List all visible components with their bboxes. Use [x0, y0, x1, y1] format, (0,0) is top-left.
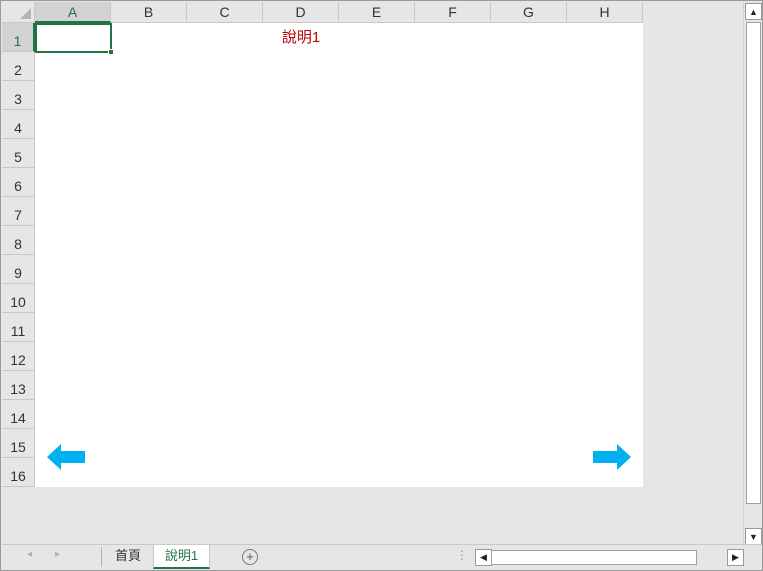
- next-sheet-arrow-icon[interactable]: [593, 444, 631, 470]
- row-header-2[interactable]: 2: [2, 52, 35, 81]
- row-header-10[interactable]: 10: [2, 284, 35, 313]
- row-header-7[interactable]: 7: [2, 197, 35, 226]
- vertical-scroll-thumb[interactable]: [746, 22, 761, 504]
- tab-nav-prev-icon[interactable]: ◂: [27, 549, 32, 560]
- scroll-right-icon[interactable]: ▶: [727, 549, 744, 566]
- vertical-scrollbar[interactable]: ▲ ▼: [743, 2, 762, 545]
- sheet-tab-bar: ◂ ▸ 首頁 說明1 + ⋮ ◀ ▶: [2, 544, 762, 570]
- column-header-b[interactable]: B: [111, 2, 187, 23]
- row-header-13[interactable]: 13: [2, 371, 35, 400]
- column-headers: A B C D E F G H: [35, 2, 643, 23]
- column-header-d[interactable]: D: [263, 2, 339, 23]
- select-all-corner[interactable]: [2, 2, 35, 23]
- row-header-15[interactable]: 15: [2, 429, 35, 458]
- scroll-up-icon[interactable]: ▲: [745, 3, 762, 20]
- column-header-g[interactable]: G: [491, 2, 567, 23]
- tab-nav-next-icon[interactable]: ▸: [55, 549, 60, 560]
- cell-d1-title[interactable]: 說明1: [263, 23, 339, 52]
- sheet-tab-description-1[interactable]: 說明1: [153, 545, 210, 569]
- row-headers: 1 2 3 4 5 6 7 8 9 10 11 12 13 14 15 16: [2, 23, 35, 487]
- horizontal-scrollbar[interactable]: ◀ ▶: [475, 549, 744, 566]
- tab-divider: [101, 547, 102, 567]
- selected-cell-a1[interactable]: [35, 23, 112, 53]
- previous-sheet-arrow-icon[interactable]: [47, 444, 85, 470]
- column-header-e[interactable]: E: [339, 2, 415, 23]
- row-header-9[interactable]: 9: [2, 255, 35, 284]
- column-header-f[interactable]: F: [415, 2, 491, 23]
- horizontal-scroll-thumb[interactable]: [491, 550, 697, 565]
- more-options-icon[interactable]: ⋮: [456, 548, 468, 562]
- add-sheet-icon[interactable]: +: [242, 549, 258, 565]
- scroll-down-icon[interactable]: ▼: [745, 528, 762, 545]
- row-header-16[interactable]: 16: [2, 458, 35, 487]
- row-header-11[interactable]: 11: [2, 313, 35, 342]
- row-header-4[interactable]: 4: [2, 110, 35, 139]
- row-header-3[interactable]: 3: [2, 81, 35, 110]
- row-header-14[interactable]: 14: [2, 400, 35, 429]
- column-header-c[interactable]: C: [187, 2, 263, 23]
- spreadsheet-window: A B C D E F G H 1 2 3 4 5 6 7 8 9 10 11 …: [0, 0, 763, 571]
- fill-handle[interactable]: [108, 49, 114, 55]
- sheet-tab-home[interactable]: 首頁: [104, 545, 152, 569]
- worksheet-grid[interactable]: 說明1: [35, 23, 643, 487]
- row-header-8[interactable]: 8: [2, 226, 35, 255]
- select-all-triangle-icon: [20, 8, 31, 19]
- row-header-1[interactable]: 1: [2, 23, 35, 52]
- row-header-6[interactable]: 6: [2, 168, 35, 197]
- column-header-h[interactable]: H: [567, 2, 643, 23]
- scroll-left-icon[interactable]: ◀: [475, 549, 492, 566]
- row-header-12[interactable]: 12: [2, 342, 35, 371]
- column-header-a[interactable]: A: [35, 2, 111, 23]
- row-header-5[interactable]: 5: [2, 139, 35, 168]
